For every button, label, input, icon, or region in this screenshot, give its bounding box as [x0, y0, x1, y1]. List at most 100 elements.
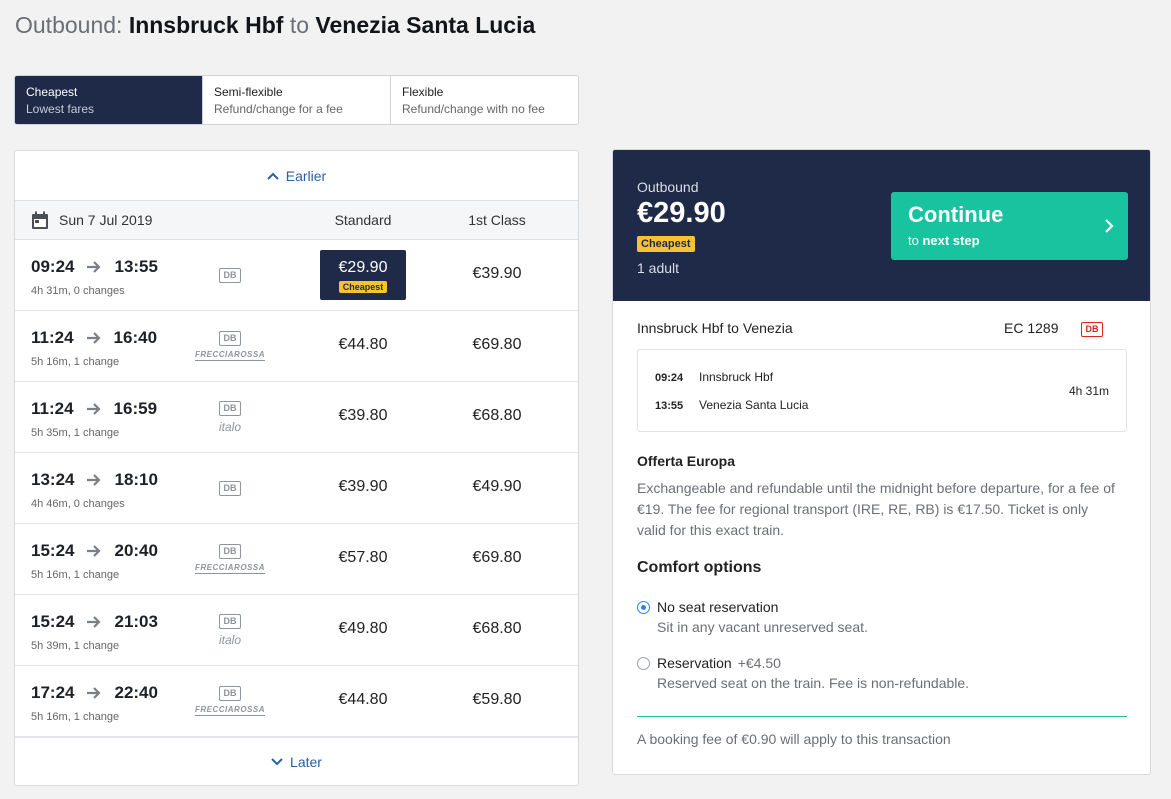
summary-header: Outbound €29.90 Cheapest 1 adult Continu…: [613, 150, 1150, 301]
arrival-time: 21:03: [114, 612, 158, 631]
arrow-right-icon: [86, 260, 102, 274]
first-class-price[interactable]: €49.90: [449, 478, 545, 496]
leg-details: 09:24 Innsbruck Hbf 13:55 Venezia Santa Lu…: [637, 349, 1127, 432]
tab-subtitle: Lowest fares: [26, 102, 95, 116]
page-title: Outbound: Innsbruck Hbf to Venezia Santa…: [15, 12, 535, 39]
option-name: Reservation +€4.50: [657, 655, 781, 671]
continue-title: Continue: [908, 202, 1004, 227]
standard-price[interactable]: €44.80: [315, 336, 411, 354]
standard-price-selected[interactable]: €29.90 Cheapest: [320, 250, 406, 300]
continue-button[interactable]: Continue to next step: [891, 192, 1128, 260]
fare-type-tabs: Cheapest Lowest fares Semi-flexible Refu…: [14, 75, 579, 125]
journey-summary-panel: Outbound €29.90 Cheapest 1 adult Continu…: [612, 149, 1151, 775]
cheapest-badge: Cheapest: [338, 281, 388, 293]
carrier-logos: DB FRECCIAROSSA: [195, 311, 266, 381]
later-button[interactable]: Later: [15, 737, 578, 785]
journey-times: 17:24 22:40: [31, 683, 158, 703]
db-logo: DB: [219, 267, 241, 283]
arrow-right-icon: [86, 544, 102, 558]
tab-cheapest[interactable]: Cheapest Lowest fares: [15, 76, 203, 124]
leg-duration: 4h 31m: [1068, 384, 1109, 398]
leg-departure: 09:24 Innsbruck Hbf: [655, 370, 773, 384]
standard-price[interactable]: €57.80: [315, 549, 411, 567]
leg-departure-station: Innsbruck Hbf: [699, 370, 774, 384]
journey-row[interactable]: 11:24 16:59 5h 35m, 1 change DB italo €3…: [15, 382, 578, 453]
passenger-count: 1 adult: [637, 260, 680, 276]
journey-times: 11:24 16:40: [31, 328, 157, 348]
journey-duration: 5h 35m, 1 change: [31, 427, 120, 439]
departure-time: 11:24: [31, 399, 74, 418]
journey-row[interactable]: 11:24 16:40 5h 16m, 1 change DB FRECCIAR…: [15, 311, 578, 382]
option-description: Sit in any vacant unreserved seat.: [657, 619, 868, 635]
route-title: Innsbruck Hbf to Venezia: [637, 320, 793, 336]
radio-unselected-icon[interactable]: [637, 657, 650, 670]
leg-arrival-time: 13:55: [655, 400, 684, 412]
db-logo: DB: [219, 331, 241, 346]
journey-row[interactable]: 15:24 20:40 5h 16m, 1 change DB FRECCIAR…: [15, 524, 578, 595]
db-logo: DB: [219, 686, 241, 701]
standard-price[interactable]: €44.80: [315, 691, 411, 709]
tab-semi-flexible[interactable]: Semi-flexible Refund/change for a fee: [203, 76, 391, 124]
carrier-logos: DB italo: [195, 595, 265, 665]
train-number: EC 1289: [1004, 320, 1059, 336]
departure-time: 09:24: [31, 257, 75, 276]
arrival-time: 18:10: [114, 470, 158, 489]
journey-duration: 4h 46m, 0 changes: [31, 498, 125, 510]
arrival-time: 16:40: [113, 328, 158, 347]
arrow-right-icon: [86, 473, 102, 487]
leg-arrival-station: Venezia Santa Lucia: [699, 398, 809, 412]
tab-title: Semi-flexible: [214, 85, 283, 99]
departure-time: 11:24: [31, 328, 74, 347]
journey-row[interactable]: 09:24 13:55 4h 31m, 0 changes DB €29.90 …: [15, 240, 578, 311]
first-class-price[interactable]: €68.80: [449, 407, 545, 425]
title-origin: Innsbruck Hbf: [128, 12, 284, 38]
radio-selected-icon[interactable]: [637, 601, 650, 614]
journey-times: 13:24 18:10: [31, 470, 158, 490]
journey-times: 11:24 16:59: [31, 399, 157, 419]
results-panel: Earlier Sun 7 Jul 2019 Standard 1st Clas…: [14, 150, 579, 786]
offer-description: Exchangeable and refundable until the mi…: [637, 480, 1115, 538]
departure-time: 13:24: [31, 470, 75, 489]
chevron-right-icon: [1105, 219, 1114, 233]
journey-row[interactable]: 13:24 18:10 4h 46m, 0 changes DB €39.90 …: [15, 453, 578, 524]
summary-price: €29.90: [637, 197, 726, 229]
title-connector: to: [289, 12, 310, 38]
tab-subtitle: Refund/change for a fee: [214, 102, 343, 116]
comfort-options-title: Comfort options: [637, 559, 762, 576]
tab-flexible[interactable]: Flexible Refund/change with no fee: [391, 76, 578, 124]
standard-price[interactable]: €39.90: [315, 478, 411, 496]
italo-logo: italo: [218, 419, 241, 434]
column-standard: Standard: [334, 212, 392, 228]
arrow-right-icon: [86, 615, 102, 629]
standard-price[interactable]: €49.80: [315, 620, 411, 638]
departure-time: 17:24: [31, 683, 75, 702]
journey-row[interactable]: 17:24 22:40 5h 16m, 1 change DB FRECCIAR…: [15, 666, 578, 737]
first-class-price[interactable]: €69.80: [449, 549, 545, 567]
journey-duration: 5h 16m, 1 change: [31, 711, 120, 723]
arrow-right-icon: [86, 402, 102, 416]
option-label: No seat reservation: [657, 599, 779, 615]
frecciarossa-logo: FRECCIAROSSA: [195, 350, 266, 361]
earlier-label: Earlier: [285, 167, 327, 184]
frecciarossa-logo: FRECCIAROSSA: [195, 563, 266, 574]
first-class-price[interactable]: €59.80: [449, 691, 545, 709]
calendar-icon: [32, 211, 48, 229]
tab-title: Flexible: [402, 85, 444, 99]
standard-price[interactable]: €39.80: [315, 407, 411, 425]
first-class-price[interactable]: €39.90: [449, 265, 545, 283]
chevron-up-icon: [267, 172, 279, 180]
tab-title: Cheapest: [26, 85, 78, 99]
earlier-button[interactable]: Earlier: [15, 151, 578, 200]
journey-row[interactable]: 15:24 21:03 5h 39m, 1 change DB italo €4…: [15, 595, 578, 666]
carrier-logos: DB: [195, 240, 265, 310]
continue-sub-prefix: to: [908, 233, 919, 248]
first-class-price[interactable]: €69.80: [449, 336, 545, 354]
journey-duration: 5h 16m, 1 change: [31, 569, 120, 581]
later-label: Later: [290, 753, 322, 770]
title-destination: Venezia Santa Lucia: [315, 12, 536, 38]
journey-times: 15:24 21:03: [31, 612, 158, 632]
first-class-price[interactable]: €68.80: [449, 620, 545, 638]
leg-departure-time: 09:24: [655, 372, 684, 384]
option-description: Reserved seat on the train. Fee is non-r…: [657, 675, 970, 691]
summary-label: Outbound: [637, 179, 699, 195]
